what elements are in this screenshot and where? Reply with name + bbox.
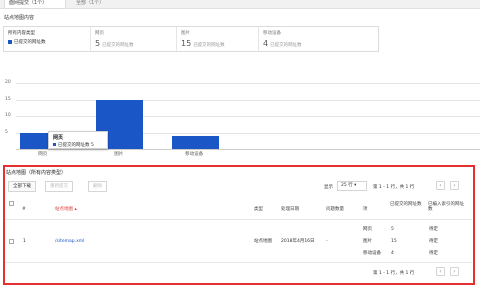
row-item-submitted: 5 [391, 227, 394, 232]
resubmit-button[interactable]: 重新提交 [45, 181, 73, 192]
filter-images[interactable]: 图片 15 已提交的网址数 [176, 27, 258, 51]
chevron-right-icon: › [453, 182, 456, 189]
header-submitted: 已提交的网址数 [390, 202, 422, 207]
table-panel-title: 站点地图（所有内容类型） [6, 170, 67, 176]
filter-web-sub: 已提交的网址数 [102, 43, 134, 48]
x-tick-label: 图片 [114, 152, 124, 157]
select-all-checkbox[interactable] [9, 201, 14, 206]
tooltip-dot-icon [53, 143, 56, 146]
row-processed-date: 2018年4月16日 [281, 239, 315, 244]
row-item-label: 图片 [363, 239, 372, 244]
filter-images-count: 15 [181, 39, 192, 48]
footer-prev-page-button[interactable]: ‹ [436, 267, 445, 276]
tooltip-value: 5 [90, 143, 94, 148]
filter-all-types-title: 所有内容类型 [8, 31, 35, 36]
header-processed-date: 处理日期 [281, 207, 299, 212]
tab-submitted[interactable]: 面网提交（1个） [4, 0, 66, 9]
row-divider [6, 262, 472, 263]
row-item-indexed: 待定 [429, 227, 438, 232]
row-item-label: 网页 [363, 227, 372, 232]
y-tick-label: 10 [5, 113, 11, 118]
header-sitemap-label: 站点地图 [55, 207, 73, 212]
filter-web-count: 5 [95, 39, 101, 48]
chevron-down-icon: ▾ [354, 183, 357, 188]
filter-legend-label: 已提交的网址数 [14, 40, 46, 45]
row-item-indexed: 待定 [429, 239, 438, 244]
y-tick-label: 20 [5, 80, 11, 85]
header-indexed: 已编入索引的网址数 [428, 202, 464, 212]
grid-line [16, 116, 480, 117]
filter-mobile-count: 4 [263, 39, 269, 48]
delete-button[interactable]: 删除 [88, 181, 107, 192]
footer-next-page-button[interactable]: › [450, 267, 459, 276]
row-item-submitted: 4 [391, 251, 394, 256]
pagination-range: 第 1 - 1 行，共 1 行 [373, 185, 415, 190]
y-tick-label: 15 [5, 96, 11, 102]
header-issues: 问题数量 [326, 207, 344, 212]
prev-page-button[interactable]: ‹ [436, 181, 445, 190]
chevron-left-icon: ‹ [439, 268, 442, 275]
rows-per-page-label: 显示 [324, 185, 333, 190]
row-number: 1 [23, 239, 26, 244]
tooltip-series: 已提交的网址数 [58, 143, 90, 148]
legend-swatch-icon [8, 40, 12, 44]
row-issues: - [326, 239, 328, 244]
header-sitemap[interactable]: 站点地图 ▴ [55, 207, 77, 212]
content-type-filter: 所有内容类型 已提交的网址数 网页 5 已提交的网址数 图片 15 已提交的网址数 … [3, 26, 379, 52]
filter-legend: 已提交的网址数 [8, 39, 86, 46]
chart-tooltip: 网页 已提交的网址数 5 [48, 131, 108, 149]
grid-line [16, 83, 480, 84]
filter-web[interactable]: 网页 5 已提交的网址数 [90, 27, 176, 51]
tooltip-title: 网页 [53, 135, 64, 141]
filter-mobile-title: 移动设备 [263, 31, 281, 36]
row-checkbox[interactable] [9, 239, 14, 244]
footer-pagination-range: 第 1 - 1 行，共 1 行 [373, 271, 415, 276]
sitemap-table-panel [3, 165, 475, 285]
tab-all[interactable]: 全部（1个） [72, 0, 132, 9]
section-title: 站点地图内容 [4, 15, 35, 21]
next-page-button[interactable]: › [450, 181, 459, 190]
x-axis-line [16, 149, 480, 150]
header-items: 项 [363, 207, 368, 212]
x-tick-label: 网页 [38, 152, 48, 157]
tooltip-row: 已提交的网址数 5 [53, 142, 103, 148]
sitemap-link[interactable]: /sitemap.xml [55, 239, 84, 244]
sort-arrow-icon: ▴ [74, 207, 77, 212]
filter-web-title: 网页 [95, 31, 104, 36]
tab-bar: 面网提交（1个） 全部（1个） [0, 0, 480, 9]
rows-per-page-select[interactable]: 25 行 ▾ [337, 181, 367, 191]
chevron-right-icon: › [453, 268, 456, 275]
filter-images-sub: 已提交的网址数 [193, 43, 225, 48]
grid-line [16, 99, 480, 101]
chart-bar[interactable] [172, 135, 219, 149]
filter-mobile-sub: 已提交的网址数 [270, 43, 302, 48]
row-item-indexed: 待定 [429, 251, 438, 256]
row-item-label: 移动设备 [363, 251, 381, 256]
filter-mobile[interactable]: 移动设备 4 已提交的网址数 [258, 27, 380, 51]
header-type: 类型 [254, 207, 263, 212]
row-item-submitted: 15 [391, 239, 397, 244]
row-type: 站点地图 [254, 239, 272, 244]
filter-all-types[interactable]: 所有内容类型 已提交的网址数 [4, 27, 90, 51]
header-number: # [22, 207, 26, 212]
x-tick-label: 移动设备 [185, 152, 204, 157]
header-divider [6, 219, 472, 220]
filter-images-title: 图片 [181, 31, 190, 36]
y-tick-label: 5 [5, 129, 8, 135]
rows-per-page-value: 25 行 [341, 183, 353, 188]
download-all-button[interactable]: 全部下载 [8, 181, 36, 192]
chevron-left-icon: ‹ [439, 182, 442, 189]
